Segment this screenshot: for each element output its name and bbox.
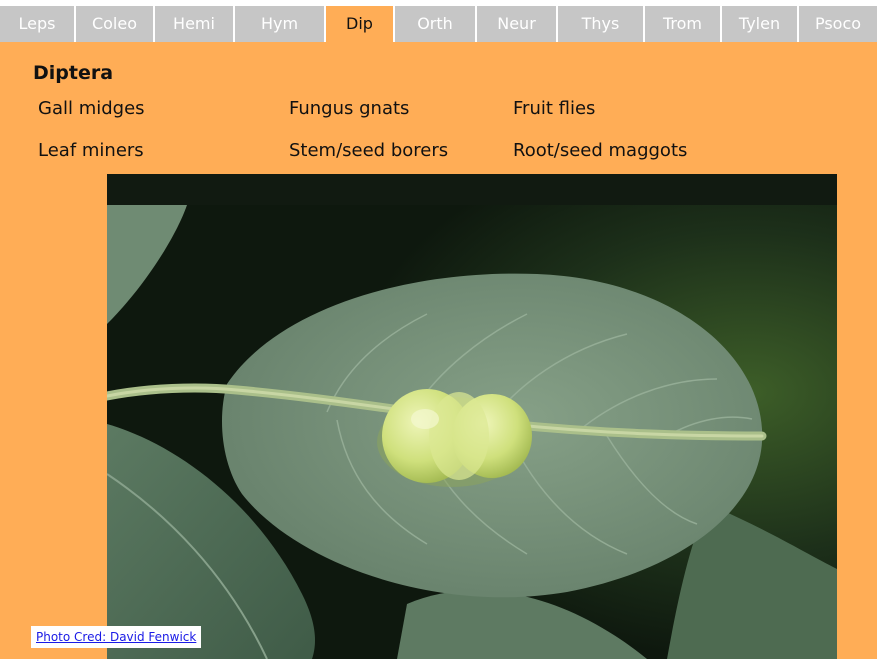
category-root-seed-maggots[interactable]: Root/seed maggots [513, 140, 687, 161]
tab-tylen[interactable]: Tylen [722, 6, 797, 42]
gall-photo [107, 174, 837, 659]
category-fungus-gnats[interactable]: Fungus gnats [289, 98, 409, 119]
tab-dip[interactable]: Dip [326, 6, 393, 42]
tab-thys[interactable]: Thys [558, 6, 643, 42]
tab-hemi[interactable]: Hemi [155, 6, 233, 42]
tab-psoco[interactable]: Psoco [799, 6, 877, 42]
category-stem-seed-borers[interactable]: Stem/seed borers [289, 140, 448, 161]
tab-leps[interactable]: Leps [0, 6, 74, 42]
order-tab-bar: Leps Coleo Hemi Hym Dip Orth Neur Thys T… [0, 0, 877, 42]
photo-credit-link[interactable]: Photo Cred: David Fenwick [31, 626, 202, 648]
tab-orth[interactable]: Orth [395, 6, 475, 42]
app-window: Leps Coleo Hemi Hym Dip Orth Neur Thys T… [0, 0, 877, 659]
tab-trom[interactable]: Trom [645, 6, 720, 42]
section-title: Diptera [33, 62, 114, 84]
tab-hym[interactable]: Hym [235, 6, 324, 42]
category-leaf-miners[interactable]: Leaf miners [38, 140, 144, 161]
category-fruit-flies[interactable]: Fruit flies [513, 98, 595, 119]
category-gall-midges[interactable]: Gall midges [38, 98, 145, 119]
tab-neur[interactable]: Neur [477, 6, 556, 42]
tab-coleo[interactable]: Coleo [76, 6, 153, 42]
